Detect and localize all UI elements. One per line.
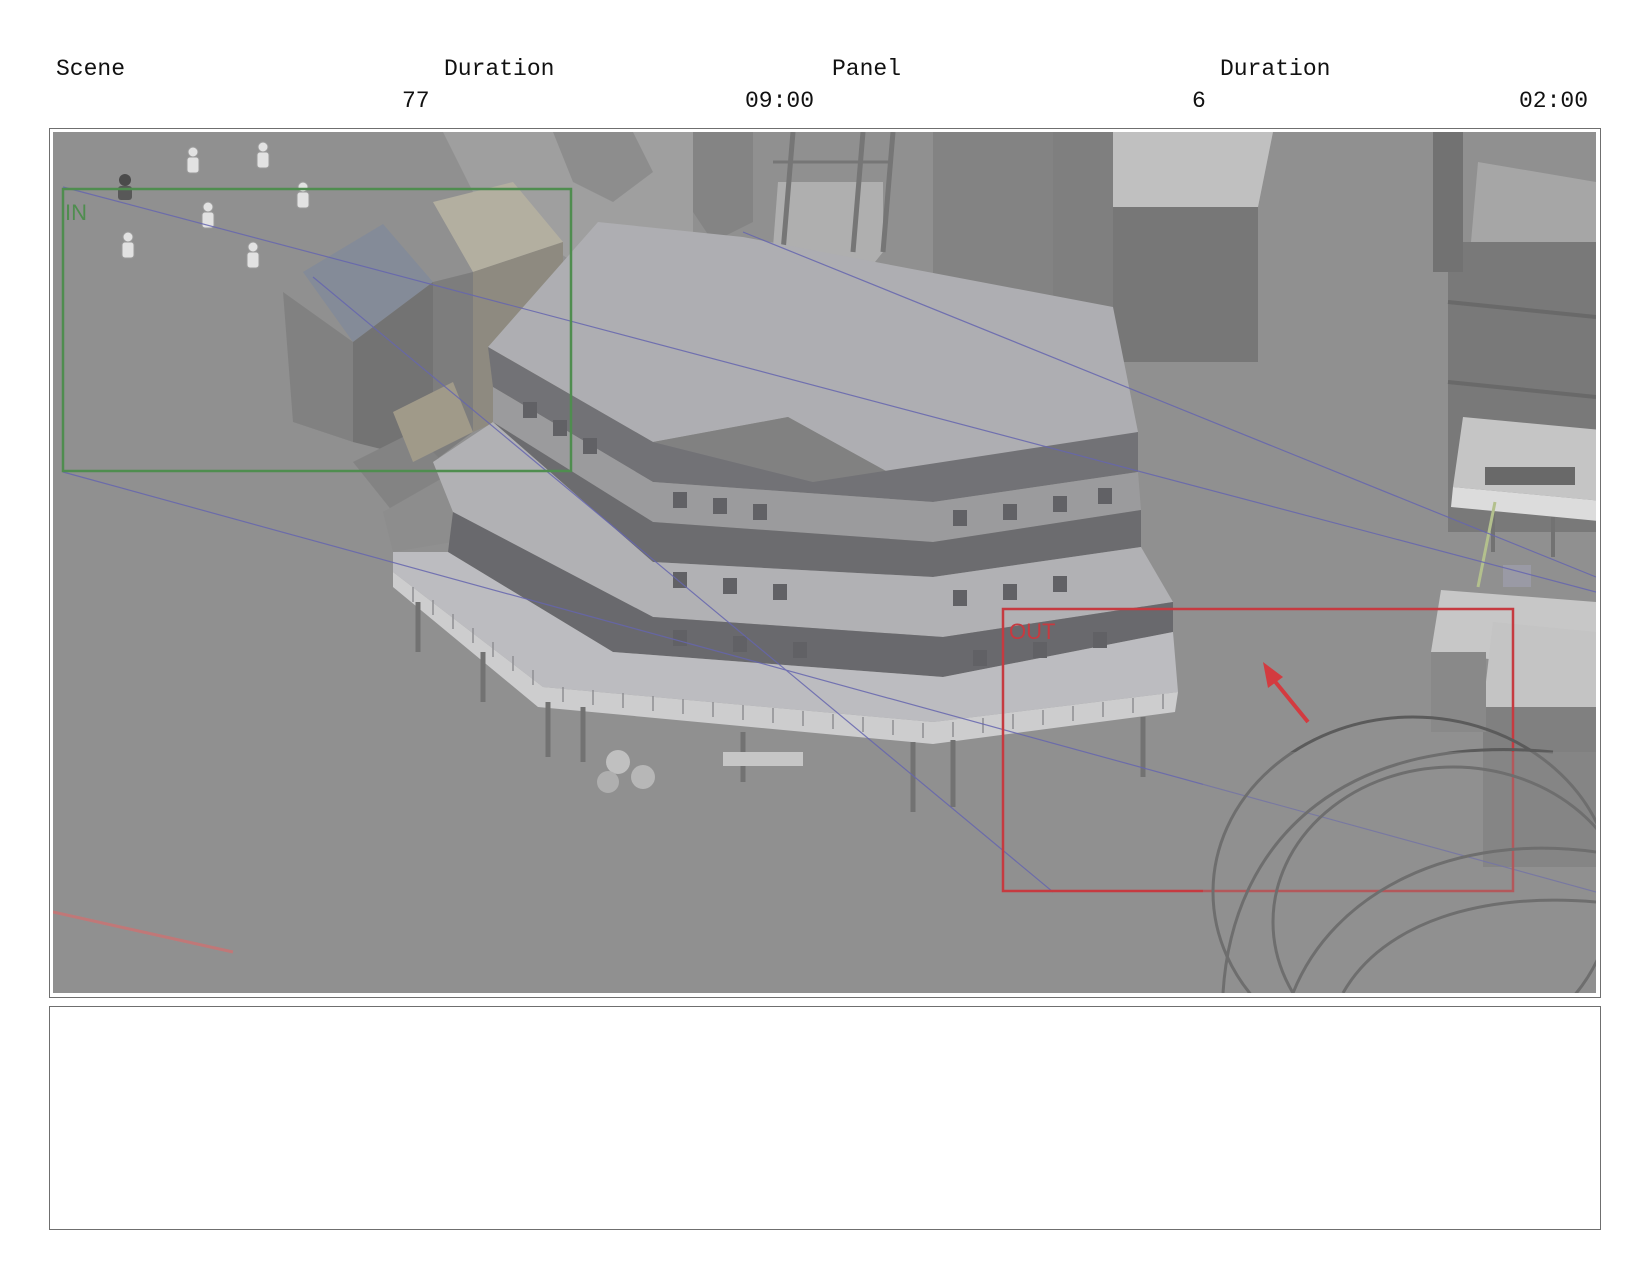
scene-duration: 09:00 xyxy=(745,88,815,114)
panel-number: 6 xyxy=(1192,88,1206,114)
scene-label: Scene xyxy=(56,56,126,82)
storyboard-image: IN OUT xyxy=(53,132,1596,993)
notes-text xyxy=(50,1007,1600,1031)
scene-duration-label: Duration xyxy=(444,56,555,82)
panel-duration-label: Duration xyxy=(1220,56,1331,82)
panel-label: Panel xyxy=(832,56,902,82)
panel-duration: 02:00 xyxy=(1519,88,1589,114)
storyboard-frame: IN OUT xyxy=(49,128,1601,998)
scene-number: 77 xyxy=(402,88,430,114)
notes-box xyxy=(49,1006,1601,1230)
